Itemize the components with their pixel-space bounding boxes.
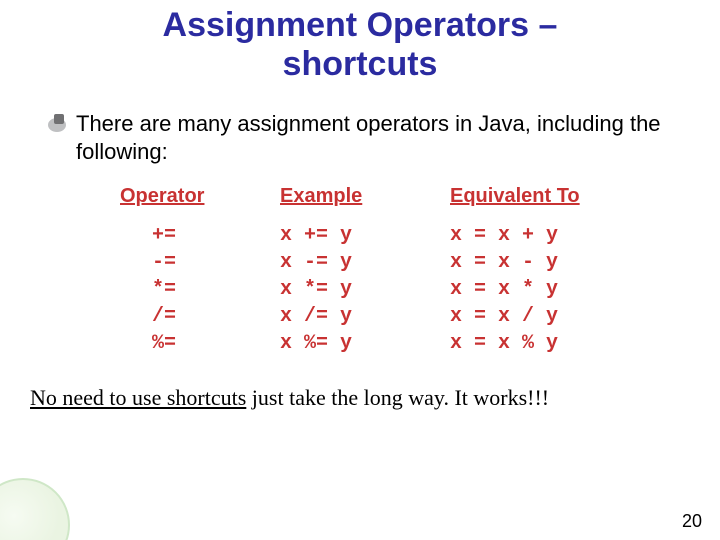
column-header-equivalent: Equivalent To (450, 185, 670, 208)
bullet-text: There are many assignment operators in J… (76, 110, 680, 165)
column-header-example: Example (280, 185, 450, 208)
column-example: Example x += y x -= y x *= y x /= y x %=… (280, 185, 450, 357)
operators-table: Operator += -= *= /= %= Example x += y x… (120, 185, 720, 357)
column-header-operator: Operator (120, 185, 280, 208)
bullet-item: There are many assignment operators in J… (48, 110, 680, 165)
title-line-1: Assignment Operators – (163, 6, 558, 44)
footer-underlined: No need to use shortcuts (30, 385, 246, 410)
column-equivalent: Equivalent To x = x + y x = x - y x = x … (450, 185, 670, 357)
column-body-equivalent: x = x + y x = x - y x = x * y x = x / y … (450, 222, 670, 357)
footer-rest: just take the long way. It works!!! (246, 385, 549, 410)
title-line-2: shortcuts (283, 45, 438, 83)
bullet-icon (48, 114, 76, 140)
column-body-example: x += y x -= y x *= y x /= y x %= y (280, 222, 450, 357)
corner-decoration-icon (0, 478, 70, 540)
column-body-operator: += -= *= /= %= (120, 222, 280, 357)
footer-note: No need to use shortcuts just take the l… (30, 385, 720, 411)
page-number: 20 (682, 511, 702, 532)
column-operator: Operator += -= *= /= %= (120, 185, 280, 357)
slide-title: Assignment Operators – shortcuts (0, 6, 720, 84)
